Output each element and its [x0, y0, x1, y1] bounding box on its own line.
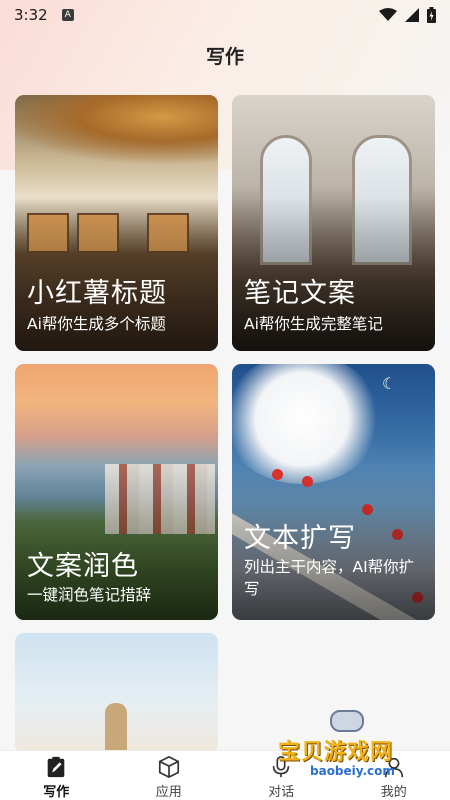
watermark-url: baobeiy.com [310, 764, 395, 778]
card-subtitle: 一键润色笔记措辞 [27, 586, 152, 604]
card-xiaohongshu-title[interactable]: 小红薯标题 Ai帮你生成多个标题 [15, 95, 218, 351]
card-note-copy[interactable]: 笔记文案 Ai帮你生成完整笔记 [232, 95, 435, 351]
card-title: 文案润色 [27, 551, 139, 582]
card-copy-polish[interactable]: 文案润色 一键润色笔记措辞 [15, 364, 218, 620]
status-icons [379, 7, 436, 23]
card-text-expand[interactable]: ☾ 文本扩写 列出主干内容，AI帮你扩写 [232, 364, 435, 620]
status-bar: 3:32 A [0, 0, 450, 30]
card-image-tower [105, 703, 127, 753]
card-subtitle: 列出主干内容，AI帮你扩写 [244, 558, 415, 598]
card-title: 小红薯标题 [27, 278, 167, 309]
gamepad-icon [330, 710, 364, 732]
tab-writing[interactable]: 写作 [0, 751, 113, 800]
card-title: 文本扩写 [244, 523, 356, 554]
tab-label: 写作 [43, 785, 70, 800]
watermark: 宝贝游戏网 baobeiy.com [270, 706, 440, 786]
card-subtitle: Ai帮你生成多个标题 [27, 315, 166, 333]
card-partial[interactable] [15, 633, 218, 753]
watermark-text: 宝贝游戏网 [278, 740, 394, 765]
tab-label: 应用 [155, 785, 182, 800]
card-subtitle: Ai帮你生成完整笔记 [244, 315, 383, 333]
wifi-icon [379, 8, 397, 21]
cube-icon [158, 756, 179, 778]
tab-apps[interactable]: 应用 [113, 751, 226, 800]
status-time: 3:32 [14, 6, 48, 24]
card-title: 笔记文案 [244, 278, 356, 309]
card-image-foliage [15, 95, 218, 165]
moon-icon: ☾ [382, 374, 397, 393]
notification-app-icon: A [61, 9, 74, 21]
edit-clipboard-icon [47, 756, 65, 778]
page-title: 写作 [205, 46, 244, 68]
battery-icon [427, 7, 436, 23]
signal-icon [405, 8, 419, 22]
